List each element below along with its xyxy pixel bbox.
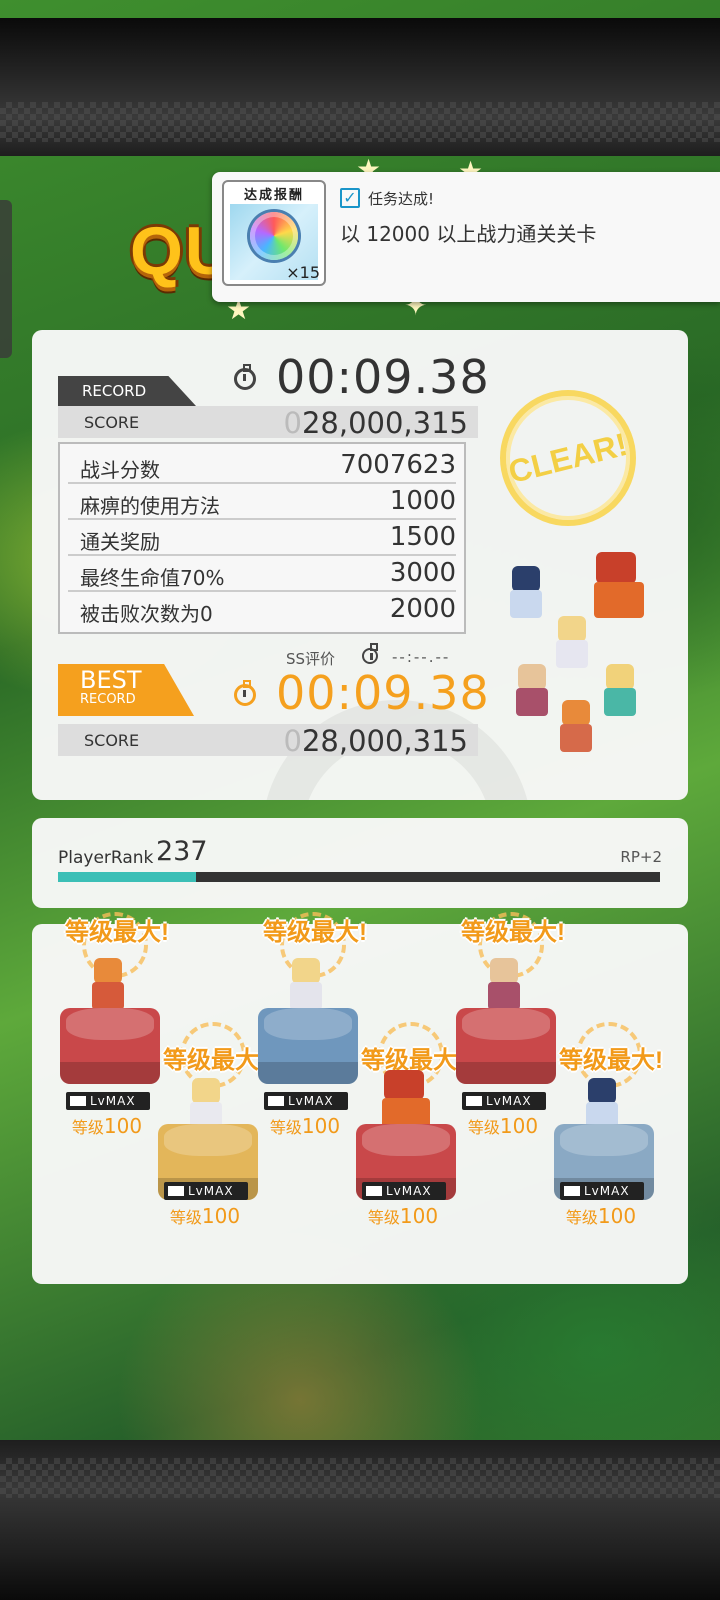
stat-row: 通关奖励 1500 — [68, 520, 456, 556]
rank-progress-bar — [58, 872, 660, 882]
quest-achieved-notification[interactable]: 达成报酬 ×15 ✓ 任务达成! 以 12000 以上战力通关关卡 — [212, 172, 720, 302]
record-tag: RECORD — [58, 376, 196, 406]
clear-stamp: CLEAR! — [500, 390, 636, 526]
stat-row: 麻痹的使用方法 1000 — [68, 484, 456, 520]
checkbox-icon: ✓ — [340, 188, 360, 208]
rank-progress-fill — [58, 872, 197, 882]
character-sprite — [550, 616, 594, 672]
lv-max-badge: LvMAX — [462, 1092, 546, 1110]
lv-max-badge: LvMAX — [66, 1092, 150, 1110]
record-panel: RECORD 00:09.38 SCORE 028,000,315 战斗分数 70… — [32, 330, 688, 800]
reward-label: 达成报酬 — [243, 188, 304, 203]
rainbow-orb-icon — [250, 212, 298, 260]
character-sprite — [598, 664, 642, 720]
unit-level: 等级100 — [269, 1114, 341, 1138]
character-sprite — [284, 958, 328, 1014]
score-label: SCORE — [84, 413, 140, 432]
character-sprite — [554, 700, 598, 756]
character-sprite — [588, 552, 650, 622]
character-sprite — [482, 958, 526, 1014]
bottom-checkered-band — [0, 1440, 720, 1600]
unit-level: 等级100 — [71, 1114, 143, 1138]
clear-stamp-text: CLEAR! — [504, 425, 631, 491]
unit-card: 等级最大! LvMAX 等级100 — [546, 1022, 676, 1364]
stat-row: 战斗分数 7007623 — [68, 448, 456, 484]
reward-count: ×15 — [286, 263, 320, 282]
stopwatch-icon — [234, 364, 256, 390]
player-rank-label: PlayerRank — [58, 848, 154, 868]
top-checkered-band — [0, 18, 720, 156]
notification-description: 以 12000 以上战力通关关卡 — [340, 222, 597, 246]
record-score-row: SCORE 028,000,315 — [58, 406, 478, 440]
level-max-label: 等级最大! — [65, 919, 169, 946]
character-sprite — [504, 566, 548, 622]
best-record-tag: BEST RECORD — [58, 664, 194, 716]
rank-points-gain: RP+2 — [620, 848, 662, 866]
unit-level: 等级100 — [367, 1204, 439, 1228]
lv-max-badge: LvMAX — [264, 1092, 348, 1110]
stopwatch-icon — [362, 643, 378, 664]
lv-max-badge: LvMAX — [362, 1182, 446, 1200]
level-max-label: 等级最大! — [263, 919, 367, 946]
best-tag-line1: BEST — [80, 666, 142, 694]
lv-max-badge: LvMAX — [164, 1182, 248, 1200]
score-label: SCORE — [84, 731, 140, 750]
character-sprite — [86, 958, 130, 1014]
player-rank-value: 237 — [156, 836, 208, 867]
level-up-panel: 等级最大! LvMAX 等级100 等级最大! LvMAX 等级100 等级最大… — [32, 912, 688, 1284]
notification-status: 任务达成! — [368, 190, 435, 208]
best-record-time: 00:09.38 — [276, 666, 490, 720]
record-time: 00:09.38 — [276, 350, 490, 404]
stat-row: 被击败次数为0 2000 — [80, 594, 456, 626]
record-score: 028,000,315 — [283, 406, 469, 440]
best-score-row: SCORE 028,000,315 — [58, 724, 478, 758]
best-tag-line2: RECORD — [80, 692, 136, 707]
side-tab — [0, 200, 12, 358]
unit-level: 等级100 — [565, 1204, 637, 1228]
reward-item: 达成报酬 ×15 — [222, 180, 326, 286]
level-max-label: 等级最大! — [461, 919, 565, 946]
stat-row: 最终生命值70% 3000 — [68, 556, 456, 592]
level-max-label: 等级最大! — [559, 1047, 663, 1074]
lv-max-badge: LvMAX — [560, 1182, 644, 1200]
stopwatch-icon — [234, 680, 256, 706]
unit-level: 等级100 — [467, 1114, 539, 1138]
player-rank-panel: PlayerRank 237 RP+2 — [32, 818, 688, 908]
ss-rating-time: --:--.-- — [392, 648, 451, 666]
score-breakdown: 战斗分数 7007623 麻痹的使用方法 1000 通关奖励 1500 最终生命值70… — [58, 442, 466, 634]
unit-level: 等级100 — [169, 1204, 241, 1228]
character-sprite — [510, 664, 554, 720]
best-score: 028,000,315 — [283, 724, 469, 758]
